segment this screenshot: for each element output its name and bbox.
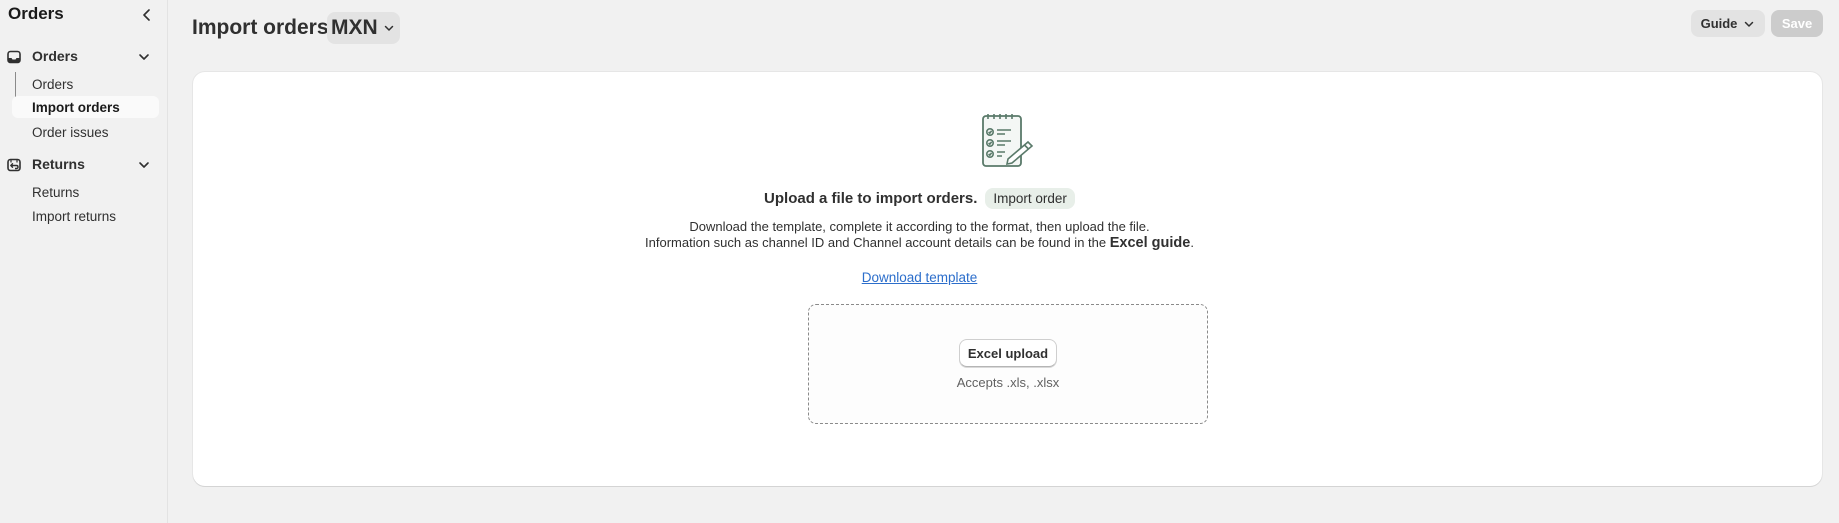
sidebar-section-label: Returns [32,156,85,172]
sidebar-item-order-issues[interactable]: Order issues [12,121,159,143]
inbox-icon [7,50,21,64]
instructions-suffix: . [1190,235,1194,250]
sidebar-header: Orders [8,4,160,26]
sidebar-item-label: Orders [32,77,74,92]
collapse-sidebar-button[interactable] [138,6,156,24]
sidebar: Orders Orders Orders Import orders Order… [0,0,168,523]
guide-button-label: Guide [1700,16,1738,31]
excel-guide-reference: Excel guide [1109,235,1191,251]
download-template-row: Download template [0,270,1839,285]
sidebar-item-orders[interactable]: Orders [12,73,159,95]
chevron-down-icon[interactable] [137,50,151,64]
sidebar-title: Orders [8,4,64,23]
sidebar-section-label: Orders [32,48,78,64]
chevron-down-icon [384,25,393,31]
headline-row: Upload a file to import orders. Import o… [0,188,1839,214]
currency-value: MXN [331,16,378,39]
instructions-line-2: Information such as channel ID and Chann… [0,235,1839,251]
guide-button[interactable]: Guide [1691,10,1765,37]
download-template-link[interactable]: Download template [862,270,978,285]
file-dropzone[interactable]: Excel upload Accepts .xls, .xlsx [808,304,1208,424]
sidebar-item-import-orders[interactable]: Import orders [12,96,159,118]
excel-upload-button[interactable]: Excel upload [959,339,1057,367]
upload-headline: Upload a file to import orders. [764,190,978,207]
chevron-left-icon [143,9,150,21]
page-title: Import orders [192,16,329,39]
sidebar-section-returns[interactable]: Returns [0,152,168,178]
accepted-file-types: Accepts .xls, .xlsx [956,375,1060,390]
sidebar-section-orders[interactable]: Orders [0,44,168,70]
instructions-line-1: Download the template, complete it accor… [689,219,1150,234]
sidebar-item-label: Order issues [32,125,109,140]
save-button[interactable]: Save [1771,10,1823,37]
currency-select[interactable]: MXN [327,12,400,44]
instructions-text: Information such as channel ID and Chann… [645,235,1110,250]
checklist-clipboard-icon [982,114,1034,167]
chevron-down-icon[interactable] [137,158,151,172]
chevron-down-icon [1745,21,1754,27]
import-order-badge: Import order [985,188,1075,209]
sidebar-item-label: Import orders [32,100,120,115]
return-box-icon [7,158,21,172]
